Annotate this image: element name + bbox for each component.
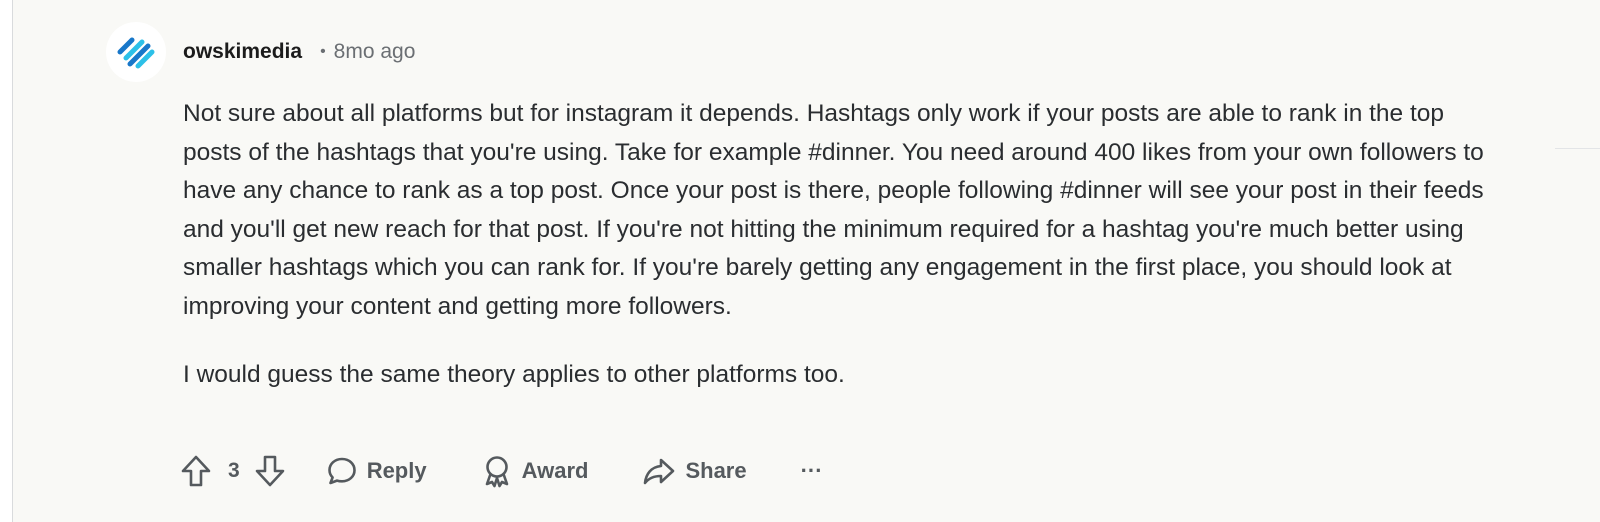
divider: [1555, 148, 1600, 149]
meta-separator: •: [320, 43, 326, 60]
comment-meta: owskimedia • 8mo ago: [183, 38, 415, 66]
timestamp[interactable]: 8mo ago: [334, 40, 416, 64]
avatar[interactable]: [106, 22, 166, 82]
reply-button[interactable]: Reply: [326, 450, 427, 492]
award-button[interactable]: Award: [481, 450, 589, 492]
username-link[interactable]: owskimedia: [183, 40, 302, 64]
more-options-button[interactable]: ···: [801, 450, 823, 492]
comment-body: Not sure about all platforms but for ins…: [183, 95, 1503, 395]
ellipsis-icon: ···: [800, 458, 823, 483]
arrow-up-outline-icon: [181, 455, 211, 487]
share-arrow-icon: [644, 458, 675, 485]
upvote-button[interactable]: [180, 450, 212, 492]
vote-count: 3: [228, 459, 240, 482]
reply-label: Reply: [366, 458, 427, 483]
share-label: Share: [685, 458, 747, 483]
award-label: Award: [521, 458, 589, 483]
striped-slash-logo-icon: [117, 37, 155, 69]
comment-paragraph: I would guess the same theory applies to…: [183, 361, 845, 388]
ribbon-award-icon: [485, 456, 508, 488]
share-button[interactable]: Share: [642, 450, 747, 492]
comment-actions: 3 Reply Award Share ···: [180, 450, 823, 492]
arrow-down-outline-icon: [255, 455, 284, 487]
comment-paragraph: Not sure about all platforms but for ins…: [183, 100, 1484, 320]
downvote-button[interactable]: [254, 450, 286, 492]
speech-bubble-icon: [327, 457, 356, 485]
